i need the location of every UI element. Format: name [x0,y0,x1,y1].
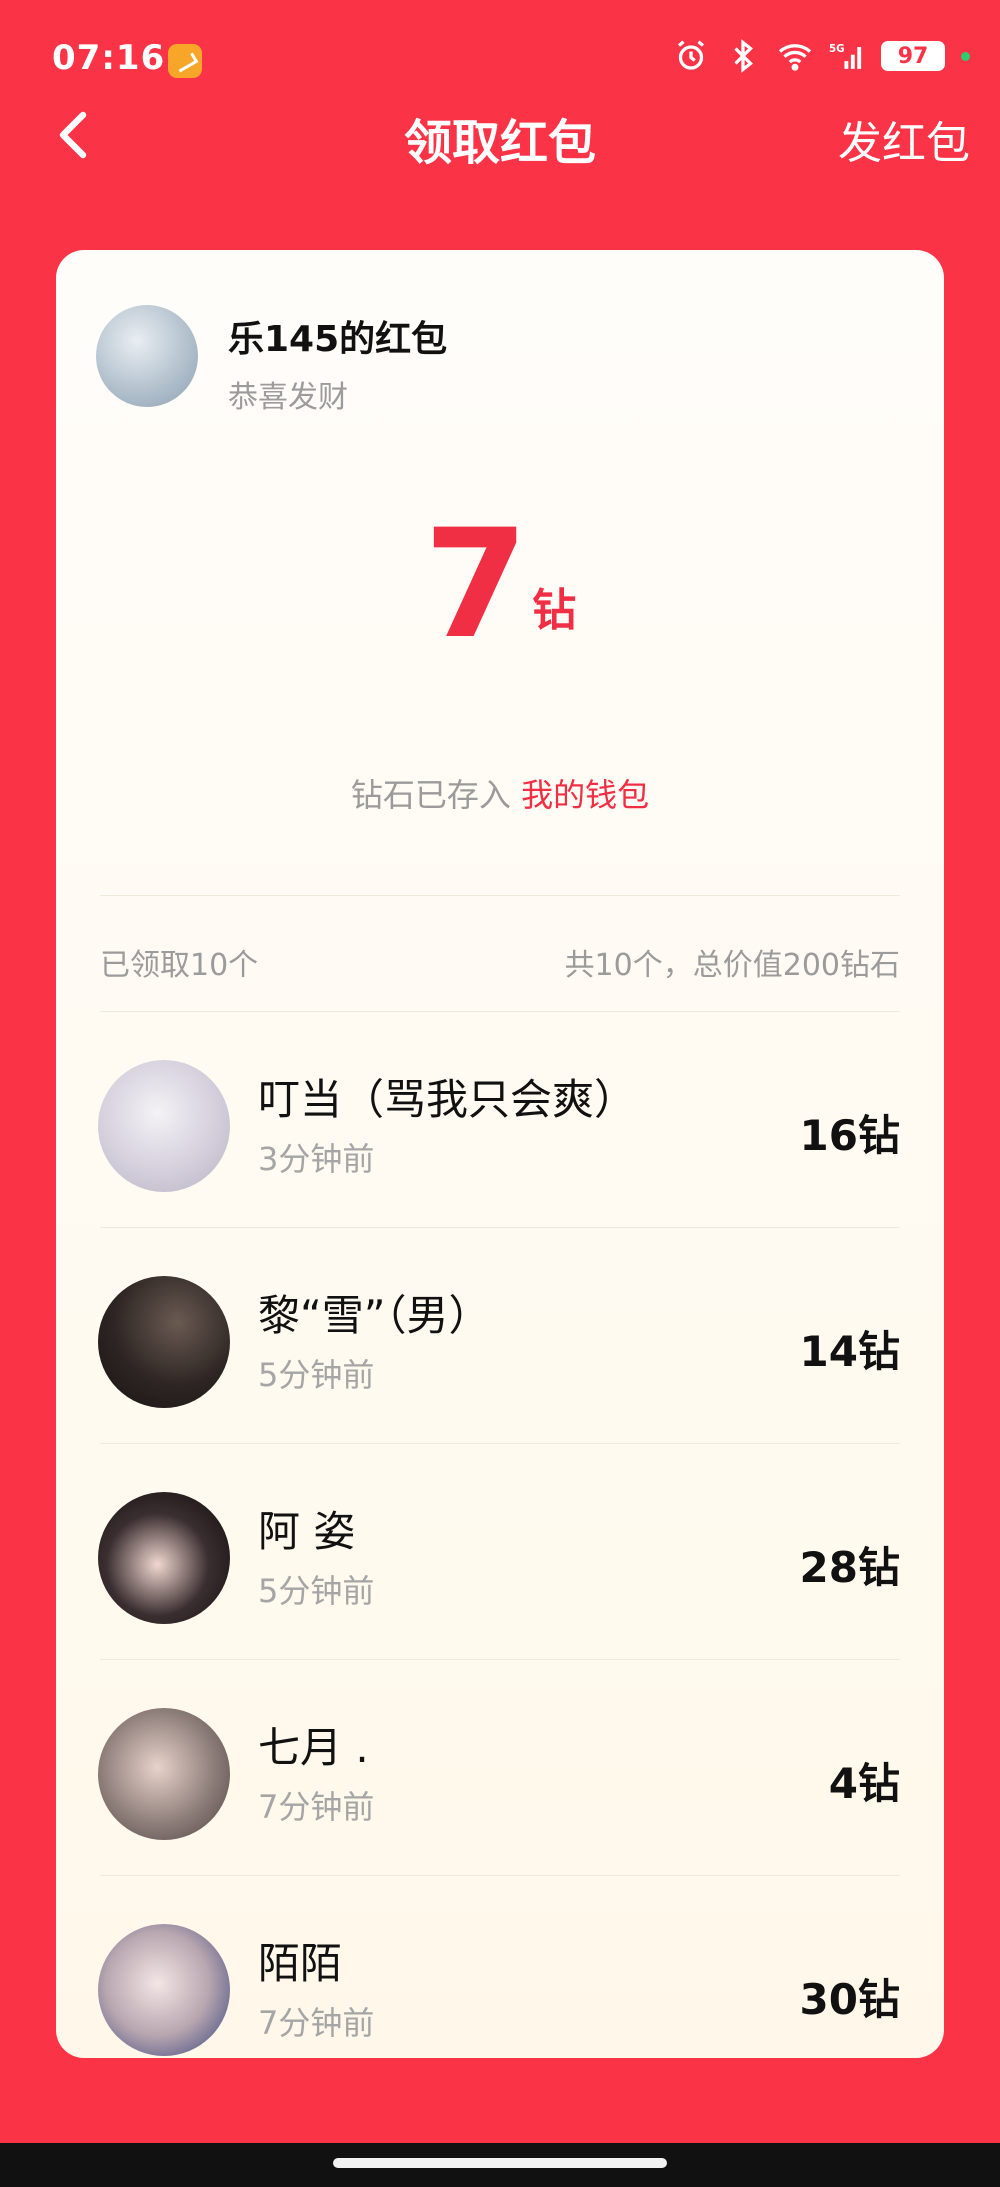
my-wallet-link[interactable]: 我的钱包 [521,776,649,814]
list-item[interactable]: 陌陌 7分钟前 30钻 [56,1876,944,2058]
claim-time: 5分钟前 [258,1572,375,1610]
wallet-note-text: 钻石已存入 [350,776,511,814]
avatar[interactable] [98,1924,230,2056]
list-item[interactable]: 黎“雪”（男） 5分钟前 14钻 [56,1228,944,1444]
nav-bar: 领取红包 发红包 [0,95,1000,175]
avatar[interactable] [98,1060,230,1192]
claim-amount: 14钻 [799,1327,900,1376]
claim-time: 7分钟前 [258,2004,375,2042]
wallet-note: 钻石已存入 我的钱包 [56,770,944,816]
sender-name: 乐145的红包 [228,319,448,360]
alarm-icon [677,40,705,70]
svg-text:5G: 5G [829,43,845,55]
divider [100,895,900,896]
sender-avatar[interactable] [96,305,198,407]
amount-unit: 钻 [532,585,577,636]
total-value: 共10个，总价值200钻石 [564,948,900,983]
avatar[interactable] [98,1708,230,1840]
list-item[interactable]: 阿 姿 5分钟前 28钻 [56,1444,944,1660]
claimer-name: 陌陌 [258,1939,343,1988]
avatar[interactable] [98,1492,230,1624]
list-item[interactable]: 七月 . 7分钟前 4钻 [56,1660,944,1876]
status-bar: 07:16 5G 97 [0,0,1000,110]
claimed-count: 已领取10个 [100,948,259,983]
home-indicator[interactable] [333,2158,667,2168]
greeting-text: 恭喜发财 [228,380,348,415]
privacy-dot [961,51,970,61]
received-amount: 7 钻 [56,510,944,660]
battery-indicator: 97 [881,41,945,71]
status-time: 07:16 [52,38,166,78]
claimer-name: 黎“雪”（男） [258,1291,491,1340]
claim-time: 5分钟前 [258,1356,375,1394]
wifi-icon [778,44,812,71]
claimer-name: 七月 . [258,1723,369,1772]
claim-amount: 16钻 [799,1111,900,1160]
bluetooth-icon [734,39,753,73]
amount-value: 7 [423,498,529,672]
list-item[interactable]: 叮当（骂我只会爽） 3分钟前 16钻 [56,1012,944,1228]
red-packet-card: 乐145的红包 恭喜发财 7 钻 钻石已存入 我的钱包 已领取10个 共10个，… [56,250,944,2058]
signal-icon: 5G [829,43,862,69]
claim-amount: 4钻 [828,1759,900,1808]
claim-amount: 30钻 [799,1975,900,2024]
claim-time: 7分钟前 [258,1788,375,1826]
claim-records-list[interactable]: 叮当（骂我只会爽） 3分钟前 16钻 黎“雪”（男） 5分钟前 14钻 阿 姿 … [56,1012,944,2058]
claimer-name: 阿 姿 [258,1507,356,1556]
status-icons: 5G 97 [673,38,970,74]
claim-time: 3分钟前 [258,1140,375,1178]
app-notification-icon [168,44,202,78]
send-red-packet-button[interactable]: 发红包 [838,107,970,171]
claimer-name: 叮当（骂我只会爽） [258,1075,637,1124]
avatar[interactable] [98,1276,230,1408]
claim-amount: 28钻 [799,1543,900,1592]
